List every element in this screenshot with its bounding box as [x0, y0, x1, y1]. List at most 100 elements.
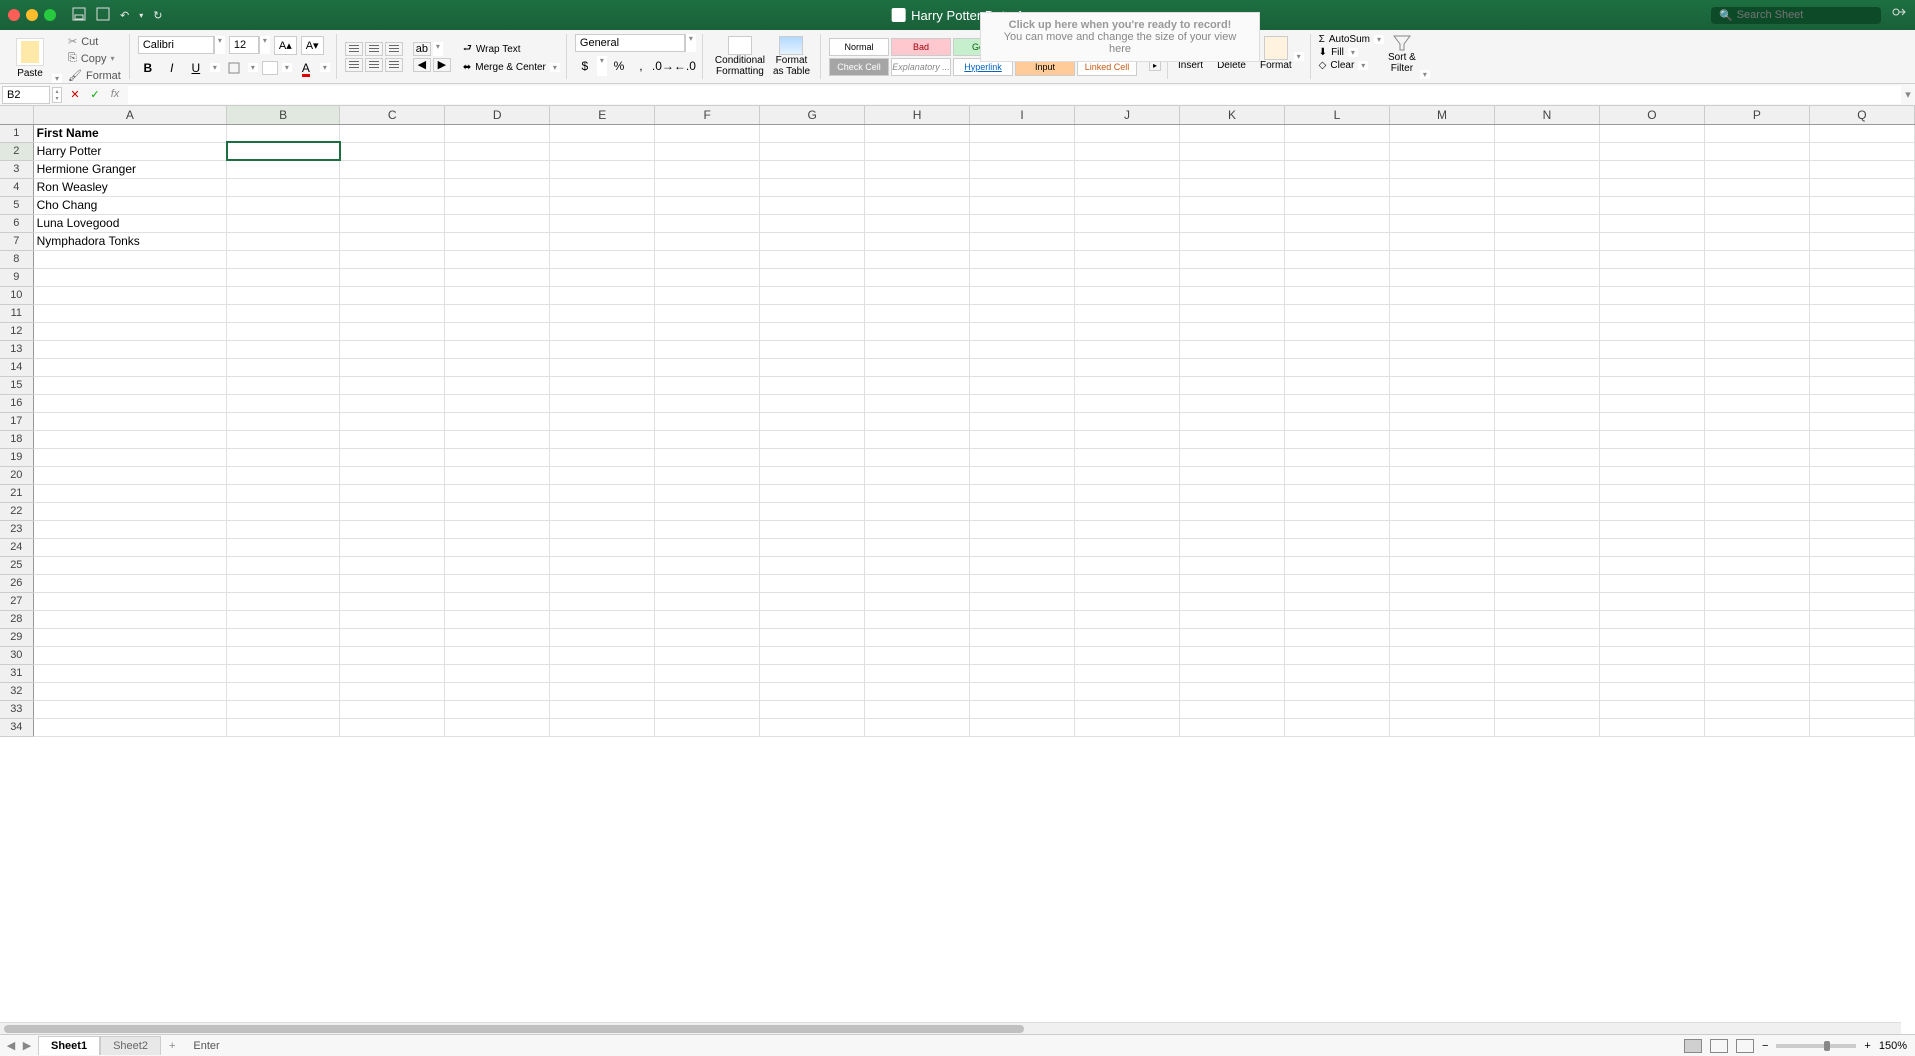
cell-K26[interactable] [1180, 574, 1285, 592]
cell-Q8[interactable] [1809, 250, 1914, 268]
border-button[interactable] [224, 58, 244, 78]
cell-K15[interactable] [1180, 376, 1285, 394]
cell-M34[interactable] [1389, 718, 1494, 736]
cell-N8[interactable] [1494, 250, 1599, 268]
col-header-F[interactable]: F [655, 106, 760, 124]
cell-J12[interactable] [1075, 322, 1180, 340]
col-header-D[interactable]: D [445, 106, 550, 124]
underline-dropdown[interactable]: ▾ [210, 63, 220, 72]
sort-dropdown[interactable]: ▾ [1420, 70, 1430, 79]
cell-L9[interactable] [1285, 268, 1390, 286]
cell-B23[interactable] [227, 520, 340, 538]
cell-G8[interactable] [760, 250, 865, 268]
cell-E30[interactable] [550, 646, 655, 664]
cell-Q13[interactable] [1809, 340, 1914, 358]
cell-H31[interactable] [865, 664, 970, 682]
cell-N3[interactable] [1494, 160, 1599, 178]
row-header-25[interactable]: 25 [0, 556, 33, 574]
cell-H4[interactable] [865, 178, 970, 196]
undo-icon[interactable]: ↶ [120, 9, 129, 22]
cell-J7[interactable] [1075, 232, 1180, 250]
col-header-E[interactable]: E [550, 106, 655, 124]
cell-Q28[interactable] [1809, 610, 1914, 628]
row-header-33[interactable]: 33 [0, 700, 33, 718]
cell-B34[interactable] [227, 718, 340, 736]
cell-Q27[interactable] [1809, 592, 1914, 610]
cell-O15[interactable] [1599, 376, 1704, 394]
cell-K12[interactable] [1180, 322, 1285, 340]
cell-F27[interactable] [655, 592, 760, 610]
cell-I20[interactable] [970, 466, 1075, 484]
cell-J33[interactable] [1075, 700, 1180, 718]
cell-N9[interactable] [1494, 268, 1599, 286]
cell-P23[interactable] [1704, 520, 1809, 538]
cell-K8[interactable] [1180, 250, 1285, 268]
cell-N19[interactable] [1494, 448, 1599, 466]
row-header-18[interactable]: 18 [0, 430, 33, 448]
cell-A25[interactable] [33, 556, 226, 574]
cell-M27[interactable] [1389, 592, 1494, 610]
cell-D8[interactable] [445, 250, 550, 268]
cell-A3[interactable]: Hermione Granger [33, 160, 226, 178]
cell-N5[interactable] [1494, 196, 1599, 214]
cell-G2[interactable] [760, 142, 865, 160]
cell-A4[interactable]: Ron Weasley [33, 178, 226, 196]
cell-G3[interactable] [760, 160, 865, 178]
cell-O33[interactable] [1599, 700, 1704, 718]
cell-E9[interactable] [550, 268, 655, 286]
format-dropdown[interactable]: ▾ [1294, 52, 1304, 61]
cell-G29[interactable] [760, 628, 865, 646]
cell-D28[interactable] [445, 610, 550, 628]
cell-N18[interactable] [1494, 430, 1599, 448]
cell-G12[interactable] [760, 322, 865, 340]
percent-button[interactable]: % [609, 56, 629, 76]
cell-B30[interactable] [227, 646, 340, 664]
cell-O17[interactable] [1599, 412, 1704, 430]
cell-Q3[interactable] [1809, 160, 1914, 178]
cell-C18[interactable] [340, 430, 445, 448]
cell-Q2[interactable] [1809, 142, 1914, 160]
cell-N13[interactable] [1494, 340, 1599, 358]
cell-N11[interactable] [1494, 304, 1599, 322]
cell-A29[interactable] [33, 628, 226, 646]
cell-L31[interactable] [1285, 664, 1390, 682]
cell-C20[interactable] [340, 466, 445, 484]
cell-N25[interactable] [1494, 556, 1599, 574]
cell-F18[interactable] [655, 430, 760, 448]
cell-P18[interactable] [1704, 430, 1809, 448]
cell-F19[interactable] [655, 448, 760, 466]
cell-M15[interactable] [1389, 376, 1494, 394]
row-header-23[interactable]: 23 [0, 520, 33, 538]
cell-E20[interactable] [550, 466, 655, 484]
enter-formula-button[interactable]: ✓ [86, 88, 104, 101]
cell-E21[interactable] [550, 484, 655, 502]
cell-K29[interactable] [1180, 628, 1285, 646]
fill-button[interactable]: ⬇Fill▾ [1319, 47, 1384, 58]
cell-B22[interactable] [227, 502, 340, 520]
cell-H21[interactable] [865, 484, 970, 502]
cell-J2[interactable] [1075, 142, 1180, 160]
page-break-view-button[interactable] [1736, 1039, 1754, 1053]
cell-P3[interactable] [1704, 160, 1809, 178]
cell-J27[interactable] [1075, 592, 1180, 610]
cell-A2[interactable]: Harry Potter [33, 142, 226, 160]
cell-G24[interactable] [760, 538, 865, 556]
cell-E29[interactable] [550, 628, 655, 646]
cell-F12[interactable] [655, 322, 760, 340]
search-input[interactable] [1737, 9, 1873, 21]
cell-L15[interactable] [1285, 376, 1390, 394]
cell-I18[interactable] [970, 430, 1075, 448]
cell-A24[interactable] [33, 538, 226, 556]
cell-B26[interactable] [227, 574, 340, 592]
copy-button[interactable]: ⎘Copy▾ [66, 51, 123, 66]
cell-Q23[interactable] [1809, 520, 1914, 538]
tab-nav-first[interactable]: ◀ [4, 1039, 18, 1052]
cell-G23[interactable] [760, 520, 865, 538]
cell-K30[interactable] [1180, 646, 1285, 664]
cell-B6[interactable] [227, 214, 340, 232]
col-header-A[interactable]: A [33, 106, 226, 124]
cell-O2[interactable] [1599, 142, 1704, 160]
cell-I10[interactable] [970, 286, 1075, 304]
cell-M10[interactable] [1389, 286, 1494, 304]
cell-I21[interactable] [970, 484, 1075, 502]
